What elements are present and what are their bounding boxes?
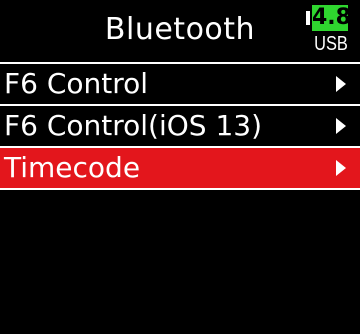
title-bar: Bluetooth 4.8 USB <box>0 0 360 64</box>
chevron-right-icon <box>336 76 346 92</box>
menu-item-f6-control[interactable]: F6 Control <box>0 64 360 106</box>
menu-item-f6-control-ios13[interactable]: F6 Control(iOS 13) <box>0 106 360 148</box>
battery-indicator: 4.8 USB <box>306 5 356 57</box>
menu-item-label: F6 Control(iOS 13) <box>4 109 263 142</box>
bluetooth-screen: Bluetooth 4.8 USB F6 Control F6 Control(… <box>0 0 360 334</box>
chevron-right-icon <box>336 160 346 176</box>
power-source-label: USB <box>314 33 348 55</box>
menu-item-label: F6 Control <box>4 67 149 100</box>
menu-item-label: Timecode <box>4 151 141 184</box>
chevron-right-icon <box>336 118 346 134</box>
battery-nub-icon <box>306 11 310 25</box>
bluetooth-menu: F6 Control F6 Control(iOS 13) Timecode <box>0 64 360 190</box>
battery-level: 4.8 <box>312 5 351 31</box>
menu-item-timecode[interactable]: Timecode <box>0 148 360 190</box>
